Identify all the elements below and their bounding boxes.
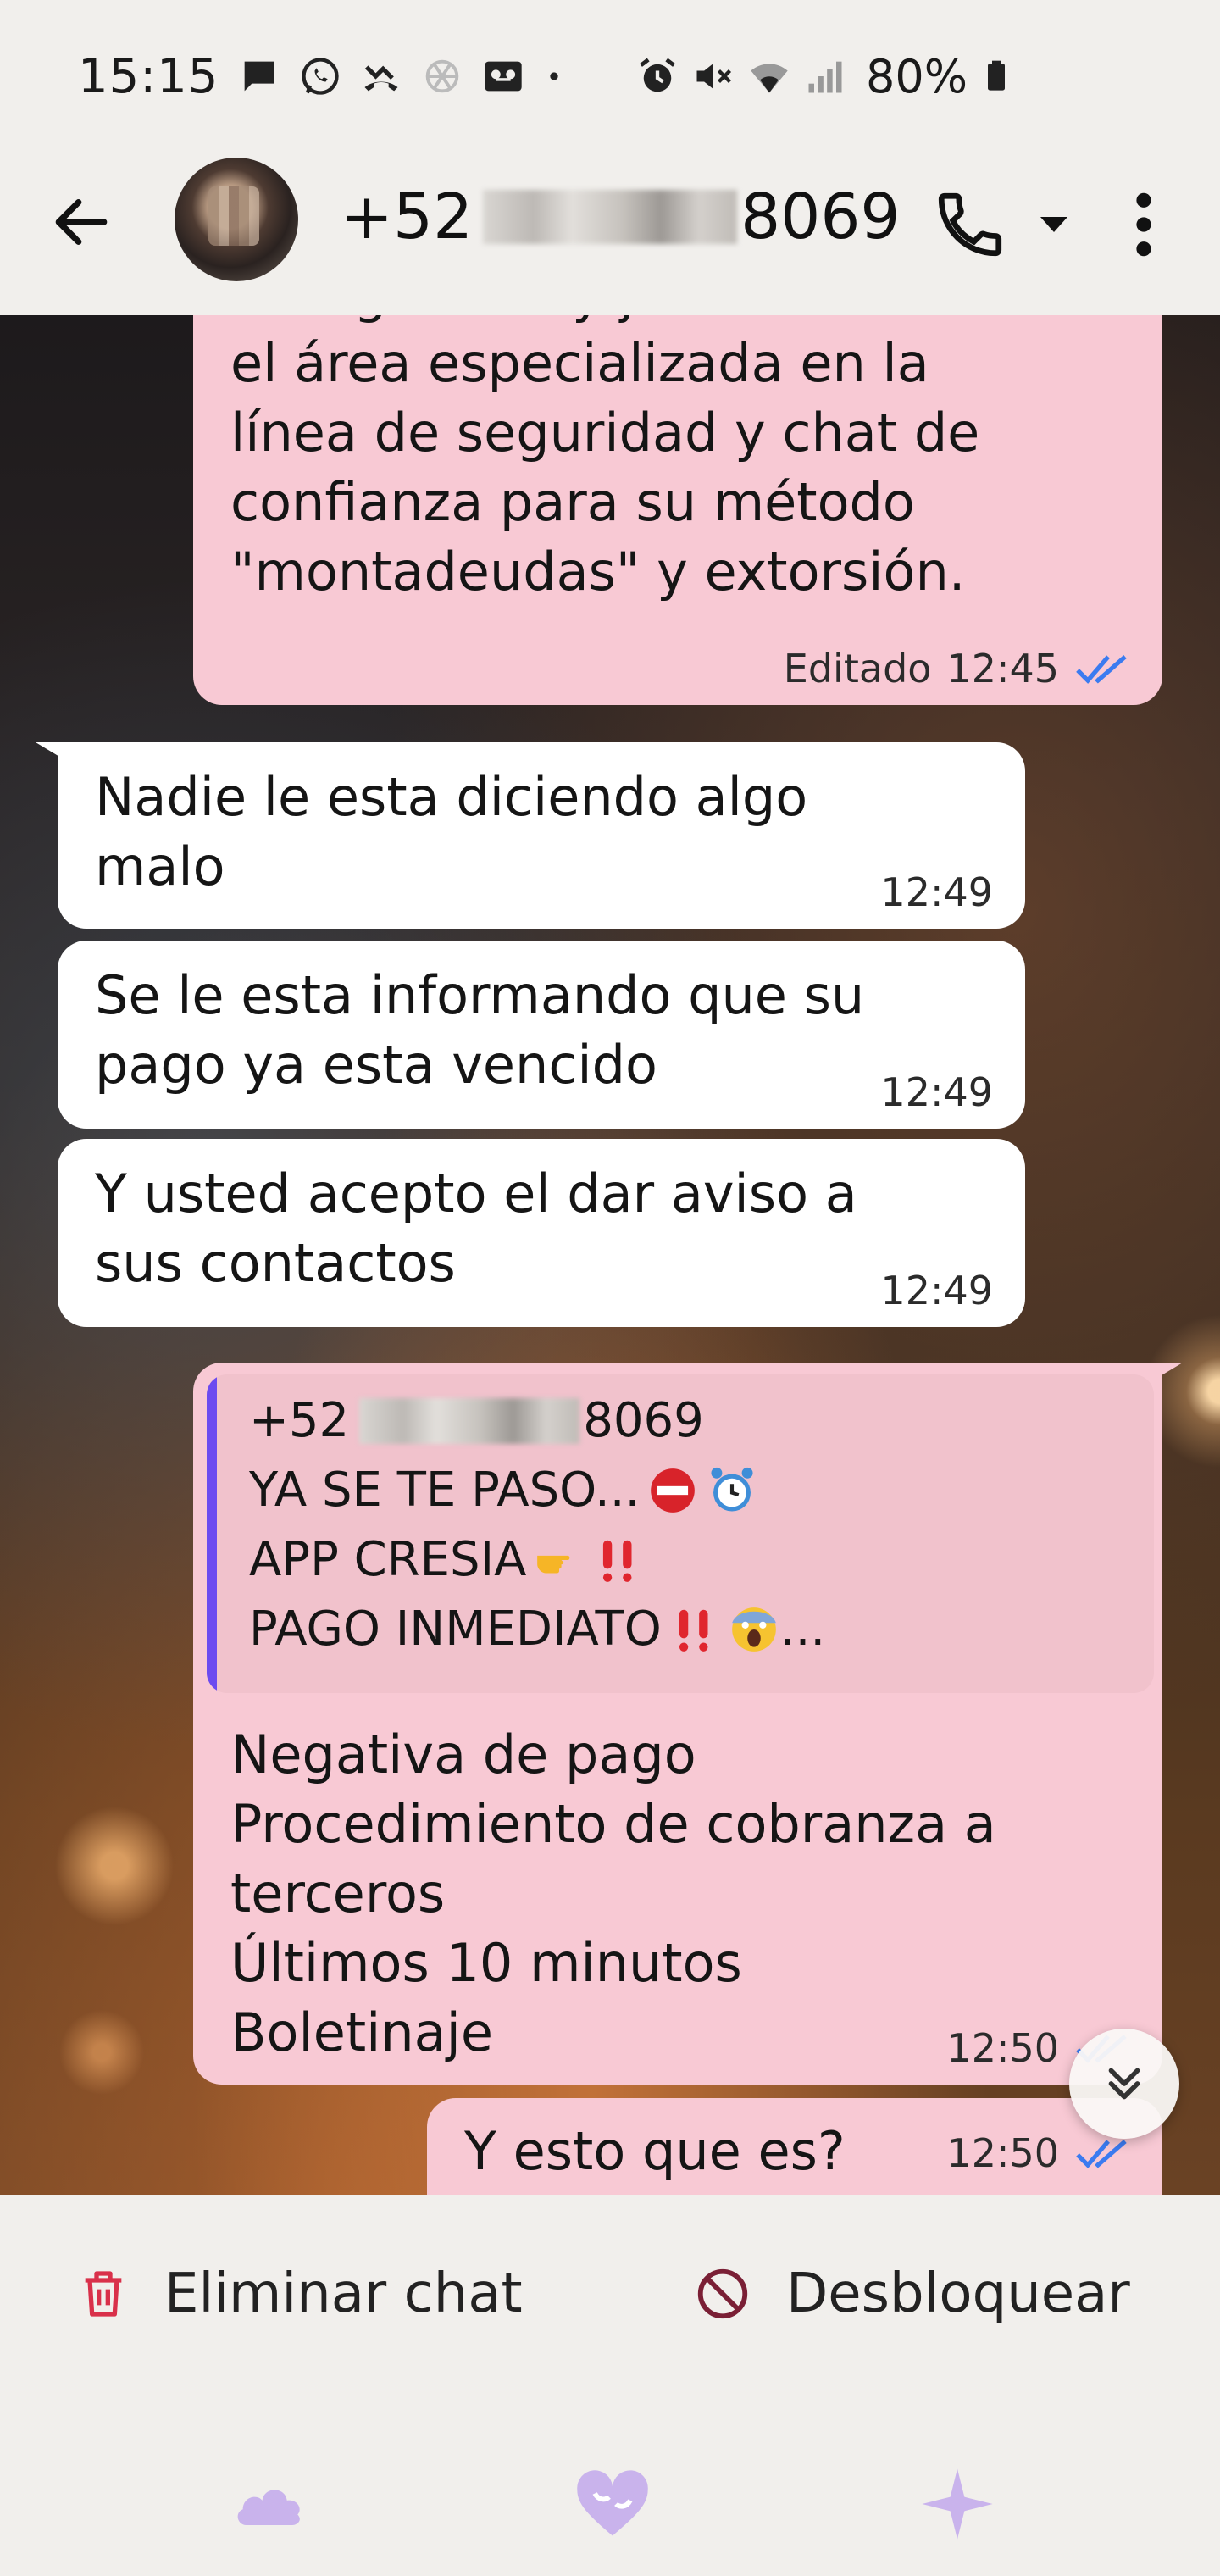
message-bubble-incoming[interactable]: Nadie le esta diciendo algo malo 12:49: [36, 742, 1025, 929]
message-meta: Editado 12:45: [784, 646, 1130, 691]
message-text: la seguridad y justicia. En el área espe…: [230, 315, 980, 602]
contact-suffix: 8069: [740, 180, 901, 253]
delete-chat-label: Eliminar chat: [164, 2262, 523, 2325]
message-time: 12:49: [880, 1069, 993, 1115]
edited-label: Editado: [783, 646, 932, 691]
message-time: 12:45: [946, 646, 1059, 691]
messages-icon: [244, 61, 274, 92]
message-bubble-outgoing[interactable]: la seguridad y justicia. En el área espe…: [193, 315, 1162, 705]
contact-prefix: +52: [341, 180, 474, 253]
message-meta: 12:49: [880, 1069, 993, 1115]
navigation-bar: [0, 2423, 1220, 2576]
message-text: Se le esta informando que su pago ya est…: [95, 964, 865, 1096]
block-icon: [697, 2268, 748, 2319]
double-exclamation-icon: [603, 1540, 632, 1582]
message-time: 12:50: [946, 2130, 1059, 2176]
signal-icon: [808, 61, 842, 93]
message-bubble-incoming[interactable]: Y usted acepto el dar aviso a sus contac…: [58, 1139, 1025, 1327]
scroll-to-bottom-button[interactable]: [1069, 2029, 1179, 2139]
missed-call-icon: [364, 65, 398, 92]
quote-sender: +52 8069: [249, 1386, 704, 1456]
alarm-clock-icon: [711, 1467, 753, 1512]
redacted-digits: [483, 190, 738, 244]
message-bubble-outgoing[interactable]: Y esto que es? 12:50: [427, 2098, 1162, 2195]
delete-chat-button[interactable]: Eliminar chat: [76, 2262, 523, 2325]
battery-percent: 80%: [866, 49, 968, 103]
screaming-face-icon: [731, 1607, 776, 1652]
read-ticks-icon: [1076, 655, 1127, 684]
message-time: 12:49: [880, 1268, 993, 1313]
message-text: Y usted acepto el dar aviso a sus contac…: [95, 1163, 857, 1294]
pointing-hand-icon: [537, 1555, 570, 1574]
message-time: 12:49: [880, 869, 993, 915]
message-meta: 12:50: [946, 2130, 1130, 2176]
unblock-label: Desbloquear: [786, 2262, 1130, 2325]
wifi-icon: [751, 64, 788, 93]
heart-icon[interactable]: [566, 2462, 659, 2546]
message-time: 12:50: [946, 2025, 1059, 2071]
quote-line-suffix: ...: [779, 1602, 826, 1657]
message-bubble-incoming[interactable]: Se le esta informando que su pago ya est…: [58, 941, 1025, 1129]
message-text: Y esto que es?: [464, 2120, 846, 2182]
voicemail-icon: [485, 61, 522, 92]
double-chevron-down-icon: [1108, 2068, 1140, 2100]
chatgpt-icon: [425, 59, 459, 93]
message-bubble-outgoing[interactable]: +52 8069 YA SE TE PASO... APP CRESIA PAG…: [193, 1363, 1183, 2085]
sparkle-icon[interactable]: [911, 2462, 1004, 2546]
back-arrow-icon[interactable]: [47, 188, 115, 256]
quote-sender-suffix: 8069: [583, 1393, 704, 1448]
phone-icon[interactable]: [932, 186, 1008, 263]
blocked-actions-bar: Eliminar chat Desbloquear: [0, 2195, 1220, 2423]
whatsapp-icon: [302, 58, 339, 95]
quote-line-text: APP CRESIA: [249, 1532, 527, 1587]
quote-line-text: YA SE TE PASO...: [249, 1463, 640, 1518]
quote-sender-prefix: +52: [249, 1393, 350, 1448]
cloud-icon[interactable]: [225, 2462, 318, 2546]
notification-icons: [237, 51, 566, 102]
battery-icon: [988, 60, 1006, 91]
status-time: 15:15: [78, 49, 219, 104]
message-meta: 12:49: [880, 869, 993, 915]
quote-line-text: PAGO INMEDIATO: [249, 1602, 662, 1657]
quoted-message[interactable]: +52 8069 YA SE TE PASO... APP CRESIA PAG…: [207, 1374, 1154, 1693]
contact-name[interactable]: +52 8069: [341, 180, 901, 253]
message-meta: 12:49: [880, 1268, 993, 1313]
quote-line: APP CRESIA: [249, 1525, 645, 1595]
message-text: Negativa de pago Procedimiento de cobran…: [230, 1724, 996, 2063]
no-entry-icon: [651, 1468, 696, 1513]
message-text: Nadie le esta diciendo algo malo: [95, 766, 808, 897]
chat-messages[interactable]: la seguridad y justicia. En el área espe…: [0, 315, 1220, 2195]
avatar[interactable]: [175, 158, 298, 281]
read-ticks-icon: [1076, 2140, 1127, 2168]
dot-icon: [550, 72, 558, 80]
more-vert-icon[interactable]: [1127, 188, 1161, 261]
quote-line: PAGO INMEDIATO ...: [249, 1595, 825, 1664]
redacted-digits: [359, 1398, 580, 1444]
system-icons: 80%: [635, 49, 1013, 103]
alarm-icon: [640, 58, 675, 92]
mute-icon: [696, 63, 732, 90]
bubble-tail: [36, 742, 86, 773]
unblock-button[interactable]: Desbloquear: [693, 2262, 1130, 2325]
chevron-down-icon[interactable]: [1034, 203, 1074, 244]
trash-icon: [85, 2271, 122, 2317]
double-exclamation-icon: [679, 1609, 708, 1652]
quote-line: YA SE TE PASO...: [249, 1456, 758, 1525]
status-bar: 15:15 80%: [0, 0, 1220, 153]
